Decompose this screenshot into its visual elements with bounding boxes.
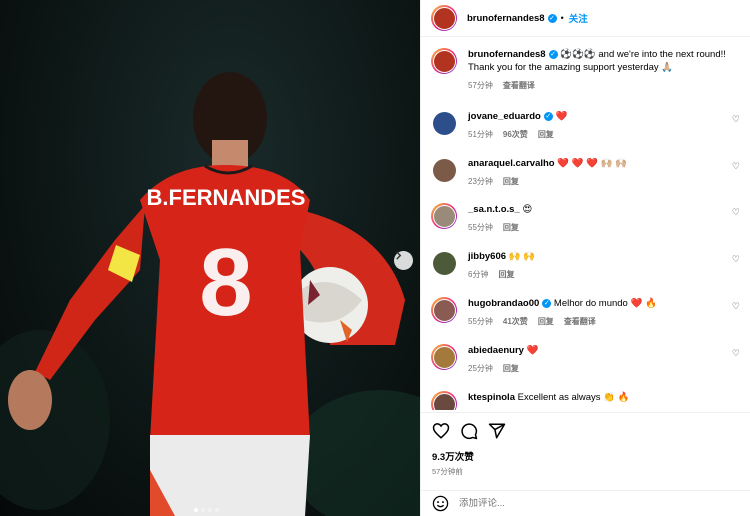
comment-time: 55分钟	[468, 317, 493, 326]
comment-item: ktespinola Excellent as always 👏 🔥	[431, 391, 740, 410]
comment-username[interactable]: anaraquel.carvalho	[468, 158, 555, 169]
post-time: 57分钟前	[432, 467, 463, 476]
comment-time: 55分钟	[468, 223, 493, 232]
like-comment-heart-icon[interactable]: ♡	[732, 254, 740, 265]
translate-button[interactable]: 查看翻译	[564, 315, 596, 328]
post-sidebar: brunofernandes8 ✓ • 关注 brunofernandes8 ✓ …	[420, 0, 750, 516]
player-illustration: B.FERNANDES 8	[0, 72, 420, 516]
comment-text: Melhor do mundo ❤️ 🔥	[553, 298, 657, 309]
carousel-dot	[201, 508, 205, 512]
commenter-avatar[interactable]	[431, 344, 457, 370]
reply-button[interactable]: 回复	[503, 175, 519, 188]
verified-badge-icon: ✓	[542, 298, 552, 308]
comment-likes[interactable]: 41次赞	[503, 315, 528, 328]
comment-item: _sa.n.t.o.s_ 😍 55分钟 回复 ♡	[431, 203, 740, 234]
comment-username[interactable]: hugobrandao00	[468, 298, 539, 309]
comment-username[interactable]: jovane_eduardo	[468, 111, 541, 122]
chevron-right-icon[interactable]	[394, 251, 413, 270]
comment-input[interactable]	[459, 498, 709, 509]
comment-time: 51分钟	[468, 130, 493, 139]
carousel-dot	[215, 508, 219, 512]
comment-time: 6分钟	[468, 270, 489, 279]
caption-time: 57分钟	[468, 81, 493, 90]
comment-likes[interactable]: 96次赞	[503, 128, 528, 141]
like-comment-heart-icon[interactable]: ♡	[732, 161, 740, 172]
comment-username[interactable]: jibby606	[468, 251, 506, 262]
reply-button[interactable]: 回复	[538, 128, 554, 141]
comment-username[interactable]: _sa.n.t.o.s_	[468, 204, 520, 215]
comment-text: ❤️	[526, 345, 539, 356]
like-comment-heart-icon[interactable]: ♡	[732, 348, 740, 359]
share-icon[interactable]	[488, 422, 506, 440]
carousel-indicator	[194, 508, 219, 512]
post-actions: 9.3万次赞 57分钟前	[421, 412, 750, 492]
comment-text: ❤️ ❤️ ❤️ 🙌🏼 🙌🏼	[557, 158, 627, 169]
carousel-dot	[208, 508, 212, 512]
comment-text: Excellent as always 👏 🔥	[517, 392, 630, 403]
heart-icon[interactable]	[432, 422, 450, 440]
comment-time: 23分钟	[468, 177, 493, 186]
commenter-avatar[interactable]	[431, 157, 457, 183]
jersey-name: B.FERNANDES	[147, 185, 306, 210]
comment-username[interactable]: ktespinola	[468, 392, 515, 403]
commenter-avatar[interactable]	[431, 110, 457, 136]
commenter-avatar[interactable]	[431, 391, 457, 410]
comment-username[interactable]: abiedaenury	[468, 345, 524, 356]
post-header: brunofernandes8 ✓ • 关注	[421, 0, 750, 37]
verified-badge-icon: ✓	[547, 13, 557, 23]
commenter-avatar[interactable]	[431, 297, 457, 323]
comment-icon[interactable]	[460, 422, 478, 440]
jersey-number: 8	[199, 229, 252, 336]
comment-item: anaraquel.carvalho ❤️ ❤️ ❤️ 🙌🏼 🙌🏼 23分钟 回…	[431, 157, 740, 188]
like-comment-heart-icon[interactable]: ♡	[732, 301, 740, 312]
translate-button[interactable]: 查看翻译	[503, 79, 535, 92]
comment-item: hugobrandao00 ✓ Melhor do mundo ❤️ 🔥 55分钟…	[431, 297, 740, 328]
comment-item: abiedaenury ❤️ 25分钟 回复 ♡	[431, 344, 740, 375]
author-avatar[interactable]	[431, 5, 457, 31]
author-username[interactable]: brunofernandes8	[467, 13, 545, 24]
comment-item: jibby606 🙌 🙌 6分钟 回复 ♡	[431, 250, 740, 281]
carousel-dot	[194, 508, 198, 512]
verified-badge-icon: ✓	[543, 111, 553, 121]
post-image[interactable]: B.FERNANDES 8	[0, 0, 420, 516]
like-comment-heart-icon[interactable]: ♡	[732, 114, 740, 125]
reply-button[interactable]: 回复	[498, 268, 514, 281]
comment-item: jovane_eduardo ✓ ❤️ 51分钟 96次赞 回复 ♡	[431, 110, 740, 141]
add-comment-bar	[421, 490, 750, 516]
reply-button[interactable]: 回复	[503, 362, 519, 375]
reply-button[interactable]: 回复	[538, 315, 554, 328]
comments-list[interactable]: brunofernandes8 ✓ ⚽️⚽️⚽️ and we're into t…	[421, 38, 750, 410]
commenter-avatar[interactable]	[431, 250, 457, 276]
verified-badge-icon: ✓	[548, 49, 558, 59]
reply-button[interactable]: 回复	[503, 221, 519, 234]
emoji-icon[interactable]	[432, 495, 449, 512]
likes-count[interactable]: 9.3万次赞	[421, 449, 750, 463]
commenter-avatar[interactable]	[431, 203, 457, 229]
author-avatar[interactable]	[431, 48, 457, 74]
like-comment-heart-icon[interactable]: ♡	[732, 207, 740, 218]
comment-time: 25分钟	[468, 364, 493, 373]
comment-text: ❤️	[555, 111, 568, 122]
separator-dot: •	[560, 13, 564, 23]
comment-text: 🙌 🙌	[508, 251, 535, 262]
comment-text: 😍	[522, 204, 533, 215]
follow-button[interactable]: 关注	[569, 11, 588, 25]
caption-username[interactable]: brunofernandes8	[468, 49, 546, 60]
caption-item: brunofernandes8 ✓ ⚽️⚽️⚽️ and we're into t…	[431, 48, 740, 92]
